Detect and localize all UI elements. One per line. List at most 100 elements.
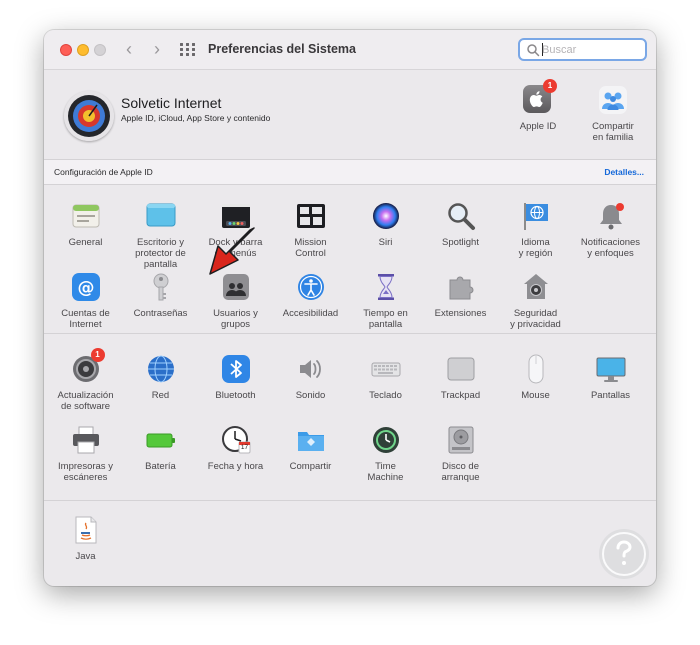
pane-software-update[interactable]: 1 Actualización de software bbox=[48, 348, 123, 412]
pane-label-line2: y privacidad bbox=[510, 319, 561, 330]
apple-id-config-bar: Configuración de Apple ID Detalles... bbox=[44, 159, 656, 185]
pane-label: Batería bbox=[145, 461, 176, 472]
passwords-icon bbox=[146, 272, 176, 302]
trackpad-icon bbox=[446, 354, 476, 384]
notifications-icon bbox=[596, 201, 626, 231]
pane-mission-control[interactable]: Mission Control bbox=[273, 201, 348, 259]
desktop-icon bbox=[146, 201, 176, 231]
annotation-arrow bbox=[209, 227, 255, 275]
mouse-icon bbox=[521, 354, 551, 384]
pane-label: Fecha y hora bbox=[207, 461, 264, 472]
pane-language-region[interactable]: Idioma y región bbox=[498, 201, 573, 259]
pane-startup-disk[interactable]: Disco de arranque bbox=[423, 425, 498, 483]
account-subtitle: Apple ID, iCloud, App Store y contenido bbox=[121, 113, 271, 123]
family-sharing-icon bbox=[599, 86, 627, 114]
pane-notifications[interactable]: Notificaciones y enfoques bbox=[573, 201, 648, 259]
pane-screen-time[interactable]: Tiempo en pantalla bbox=[348, 272, 423, 330]
pane-label: Idioma bbox=[521, 237, 550, 248]
pane-java[interactable]: Java bbox=[48, 515, 123, 562]
pane-label: Trackpad bbox=[440, 390, 481, 401]
preferences-section-personal: General Escritorio y protector de pantall… bbox=[44, 187, 656, 332]
pane-label-line2: grupos bbox=[220, 319, 251, 330]
pane-label: Actualización bbox=[57, 390, 114, 401]
search-input[interactable] bbox=[542, 42, 638, 58]
zoom-window-button[interactable] bbox=[94, 44, 106, 56]
apple-id-pane[interactable]: 1 Apple ID bbox=[503, 79, 573, 132]
details-link[interactable]: Detalles... bbox=[604, 167, 644, 177]
pane-network[interactable]: Red bbox=[123, 354, 198, 401]
pane-label-line2: protector de pantalla bbox=[135, 248, 186, 270]
family-sharing-label-line1: Compartir bbox=[592, 121, 634, 132]
pane-sharing[interactable]: Compartir bbox=[273, 425, 348, 472]
general-icon bbox=[71, 201, 101, 231]
close-window-button[interactable] bbox=[60, 44, 72, 56]
pane-label: Pantallas bbox=[590, 390, 631, 401]
pane-label: Contraseñas bbox=[133, 308, 188, 319]
show-all-grid-button[interactable] bbox=[180, 43, 196, 57]
pane-label: General bbox=[68, 237, 103, 248]
pane-label-line2: arranque bbox=[441, 472, 480, 483]
pane-printers-scanners[interactable]: Impresoras y escáneres bbox=[48, 425, 123, 483]
pane-security-privacy[interactable]: Seguridad y privacidad bbox=[498, 272, 573, 330]
mission-control-icon bbox=[296, 201, 326, 231]
network-icon bbox=[146, 354, 176, 384]
family-sharing-label-line2: en familia bbox=[592, 132, 634, 143]
forward-button[interactable]: › bbox=[146, 40, 168, 60]
preferences-section-other: Java bbox=[44, 500, 656, 586]
pane-label: Cuentas de bbox=[61, 308, 110, 319]
pane-label: Compartir bbox=[289, 461, 332, 472]
pane-accessibility[interactable]: Accesibilidad bbox=[273, 272, 348, 319]
pane-bluetooth[interactable]: Bluetooth bbox=[198, 354, 273, 401]
pane-label: Siri bbox=[378, 237, 393, 248]
sound-icon bbox=[296, 354, 326, 384]
pane-trackpad[interactable]: Trackpad bbox=[423, 354, 498, 401]
svg-text:@: @ bbox=[77, 278, 94, 298]
pane-mouse[interactable]: Mouse bbox=[498, 354, 573, 401]
pane-sound[interactable]: Sonido bbox=[273, 354, 348, 401]
pane-label: Tiempo en bbox=[363, 308, 408, 319]
pane-keyboard[interactable]: Teclado bbox=[348, 354, 423, 401]
search-field[interactable] bbox=[518, 38, 647, 61]
family-sharing-pane[interactable]: Compartir en familia bbox=[578, 85, 648, 143]
pane-extensions[interactable]: Extensiones bbox=[423, 272, 498, 319]
bluetooth-icon bbox=[221, 354, 251, 384]
pane-label: Spotlight bbox=[442, 237, 479, 248]
pane-date-time[interactable]: 17 Fecha y hora bbox=[198, 425, 273, 472]
apple-id-config-label: Configuración de Apple ID bbox=[54, 167, 153, 177]
pane-passwords[interactable]: Contraseñas bbox=[123, 272, 198, 319]
minimize-window-button[interactable] bbox=[77, 44, 89, 56]
pane-label: Java bbox=[75, 551, 96, 562]
user-avatar[interactable] bbox=[64, 91, 114, 141]
pane-label: Impresoras y bbox=[58, 461, 113, 472]
pane-label-line2: y región bbox=[518, 248, 553, 259]
pane-label: Disco de bbox=[442, 461, 479, 472]
accessibility-icon bbox=[296, 272, 326, 302]
security-icon bbox=[521, 272, 551, 302]
internet-accounts-icon: @ bbox=[71, 272, 101, 302]
pane-label-line2: de software bbox=[60, 401, 111, 412]
software-update-icon: 1 bbox=[71, 348, 105, 384]
pane-general[interactable]: General bbox=[48, 201, 123, 248]
pane-displays[interactable]: Pantallas bbox=[573, 354, 648, 401]
back-button[interactable]: ‹ bbox=[118, 40, 140, 60]
pane-siri[interactable]: Siri bbox=[348, 201, 423, 248]
watermark-logo bbox=[599, 529, 649, 579]
pane-battery[interactable]: Batería bbox=[123, 425, 198, 472]
pane-internet-accounts[interactable]: @ Cuentas de Internet bbox=[48, 272, 123, 330]
pane-label: Extensiones bbox=[434, 308, 487, 319]
pane-label: Usuarios y bbox=[213, 308, 258, 319]
sharing-icon bbox=[296, 425, 326, 455]
title-bar: ‹ › Preferencias del Sistema bbox=[44, 30, 656, 70]
search-icon bbox=[527, 44, 540, 57]
startup-disk-icon bbox=[446, 425, 476, 455]
pane-label: Red bbox=[151, 390, 170, 401]
pane-spotlight[interactable]: Spotlight bbox=[423, 201, 498, 248]
pane-label-line2: Machine bbox=[367, 472, 404, 483]
pane-desktop-screensaver[interactable]: Escritorio y protector de pantalla bbox=[123, 201, 198, 270]
preferences-section-hardware: 1 Actualización de software Red Bluetooth… bbox=[44, 333, 656, 490]
pane-label: Mission bbox=[294, 237, 327, 248]
battery-icon bbox=[146, 425, 176, 455]
pane-label: Teclado bbox=[369, 390, 402, 401]
pane-time-machine[interactable]: Time Machine bbox=[348, 425, 423, 483]
extensions-icon bbox=[446, 272, 476, 302]
